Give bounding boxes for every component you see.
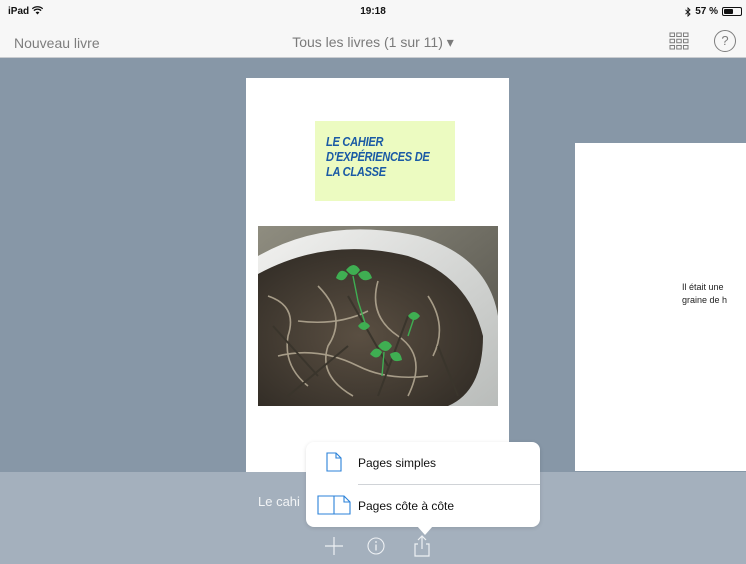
status-right: 57 % (685, 6, 742, 17)
page-two-line-2: graine de h (682, 295, 728, 305)
navigation-bar: Nouveau livre Tous les livres (1 sur 11)… (0, 28, 746, 58)
double-page-icon (317, 495, 351, 515)
next-page-preview[interactable]: Il était une graine de h (575, 143, 746, 471)
popover-arrow (417, 526, 433, 535)
help-button[interactable]: ? (714, 30, 736, 52)
cover-title-box: Le cahier d'expériences de la classe (315, 121, 455, 201)
side-by-side-label: Pages côte à côte (358, 499, 455, 513)
battery-percent: 57 % (695, 6, 718, 17)
cover-title: Le cahier d'expériences de la classe (326, 134, 430, 179)
single-pages-option[interactable]: Pages simples (306, 442, 540, 484)
info-icon[interactable] (367, 537, 385, 555)
bluetooth-icon (685, 6, 691, 17)
plus-icon[interactable] (324, 536, 344, 556)
battery-icon (722, 7, 742, 16)
page-two-line-1: Il était une (682, 282, 724, 292)
status-time: 19:18 (360, 6, 386, 17)
page-two-text: Il était une graine de h (682, 281, 727, 307)
battery-fill (724, 9, 734, 14)
book-cover-page[interactable]: Le cahier d'expériences de la classe (246, 78, 509, 472)
book-title[interactable]: Le cahi (258, 494, 300, 509)
side-by-side-option[interactable]: Pages côte à côte (306, 485, 540, 527)
bookshelf-screen: iPad 19:18 57 % Nouveau livre Tous les l… (0, 0, 746, 564)
share-icon[interactable] (412, 534, 432, 558)
all-books-title-dropdown[interactable]: Tous les livres (1 sur 11) ▾ (0, 34, 746, 51)
single-page-icon (326, 452, 342, 472)
plant-seedling-photo (258, 226, 498, 406)
share-popover: Pages simples Pages côte à côte (306, 442, 540, 527)
status-bar: iPad 19:18 57 % (0, 0, 746, 28)
grid-view-icon[interactable] (669, 32, 689, 50)
single-pages-label: Pages simples (358, 456, 437, 470)
photo-drawing (258, 226, 498, 406)
